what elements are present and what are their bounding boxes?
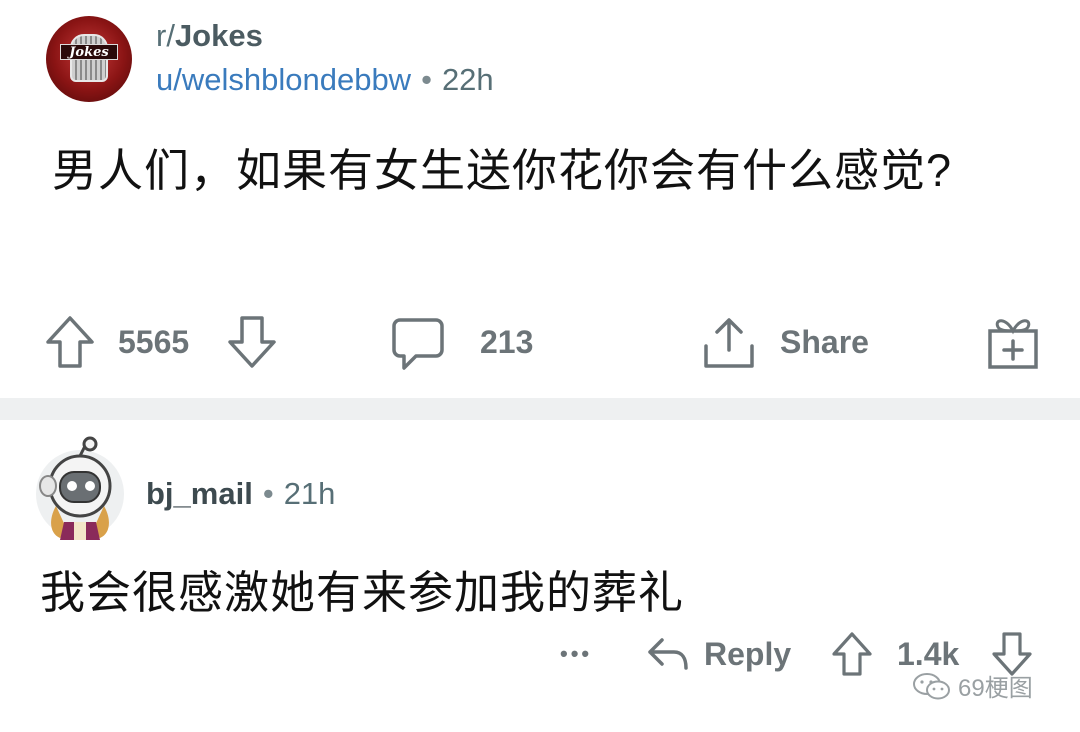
post-card: Jokes r/Jokes u/welshblondebbw • 22h 男人们，如… <box>0 0 1080 398</box>
comment-body: 我会很感激她有来参加我的葬礼 <box>40 567 685 618</box>
share-icon <box>704 318 754 368</box>
comment-age: 21h <box>283 476 336 511</box>
reply-arrow-icon <box>648 638 688 670</box>
comment-upvote-button[interactable] <box>830 624 874 684</box>
downvote-arrow-icon <box>228 316 276 368</box>
downvote-button[interactable] <box>226 310 278 374</box>
post-action-bar: 5565 213 Share <box>0 310 1080 374</box>
comments-button[interactable] <box>390 310 446 374</box>
reply-button[interactable]: Reply <box>646 624 791 684</box>
wechat-icon <box>913 672 950 699</box>
upvote-arrow-icon <box>832 632 872 676</box>
reply-label: Reply <box>704 635 792 672</box>
meta-separator: • <box>262 476 274 511</box>
post-title[interactable]: 男人们，如果有女生送你花你会有什么感觉? <box>52 140 1052 202</box>
gift-icon <box>988 319 1038 369</box>
more-options-button[interactable]: ••• <box>560 624 592 684</box>
comment-meta: bj_mail • 21h <box>146 476 335 512</box>
watermark-text: 69梗图 <box>958 675 1033 702</box>
watermark: 69梗图 <box>912 668 1033 703</box>
post-meta: u/welshblondebbw • 22h <box>156 62 494 98</box>
user-avatar[interactable] <box>34 436 124 540</box>
section-divider <box>0 398 1080 420</box>
share-button[interactable] <box>702 310 756 374</box>
comment-bubble-icon <box>392 318 444 370</box>
snoo-astronaut-avatar-icon <box>36 436 124 540</box>
award-button[interactable] <box>986 310 1040 374</box>
upvote-arrow-icon <box>46 316 94 368</box>
share-label[interactable]: Share <box>780 310 869 374</box>
subreddit-name[interactable]: r/Jokes <box>156 18 263 54</box>
subreddit-avatar-label: Jokes <box>60 44 118 60</box>
upvote-count: 5565 <box>118 323 190 360</box>
comment-count: 213 <box>480 323 534 360</box>
meta-separator: • <box>421 62 432 97</box>
upvote-button[interactable] <box>44 310 96 374</box>
post-age: 22h <box>441 62 494 97</box>
post-author[interactable]: u/welshblondebbw <box>156 62 411 97</box>
comment-author[interactable]: bj_mail <box>146 476 253 511</box>
subreddit-avatar[interactable]: Jokes <box>46 16 132 102</box>
